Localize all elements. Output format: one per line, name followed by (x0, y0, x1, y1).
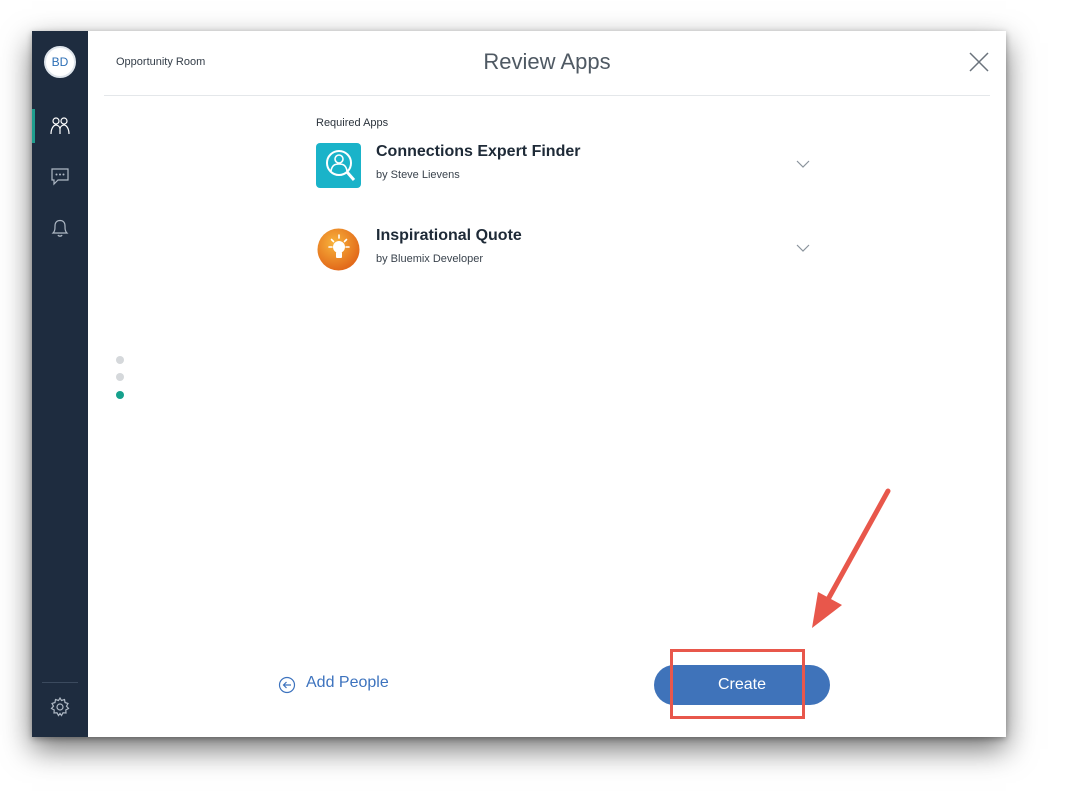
step-dot (116, 356, 124, 364)
app-row-expert-finder[interactable]: Connections Expert Finder by Steve Lieve… (316, 143, 816, 191)
step-dot (116, 373, 124, 381)
expert-finder-icon (316, 143, 361, 188)
people-icon[interactable] (49, 115, 71, 137)
add-people-label: Add People (306, 674, 389, 691)
header-divider (104, 95, 990, 96)
app-author: by Steve Lievens (376, 169, 460, 181)
back-arrow-icon (278, 676, 296, 694)
sidebar-divider (42, 682, 78, 683)
app-name: Connections Expert Finder (376, 143, 581, 160)
chevron-down-icon[interactable] (796, 243, 810, 253)
active-indicator (32, 109, 35, 143)
dialog-window: BD Opportunity Room Review Apps Required… (32, 31, 1006, 737)
lightbulb-icon (317, 228, 360, 271)
app-author: by Bluemix Developer (376, 253, 483, 265)
avatar[interactable]: BD (44, 46, 76, 78)
bell-icon[interactable] (49, 217, 71, 239)
step-dot-active (116, 391, 124, 399)
chat-icon[interactable] (49, 165, 71, 187)
section-label: Required Apps (316, 117, 389, 129)
chevron-down-icon[interactable] (796, 159, 810, 169)
gear-icon[interactable] (49, 696, 71, 718)
main-panel: Opportunity Room Review Apps Required Ap… (88, 31, 1006, 737)
page-title: Review Apps (483, 49, 611, 74)
close-icon[interactable] (968, 51, 990, 73)
sidebar: BD (32, 31, 88, 737)
app-row-inspirational-quote[interactable]: Inspirational Quote by Bluemix Developer (316, 227, 816, 275)
app-name: Inspirational Quote (376, 227, 522, 244)
create-button[interactable]: Create (654, 665, 830, 705)
